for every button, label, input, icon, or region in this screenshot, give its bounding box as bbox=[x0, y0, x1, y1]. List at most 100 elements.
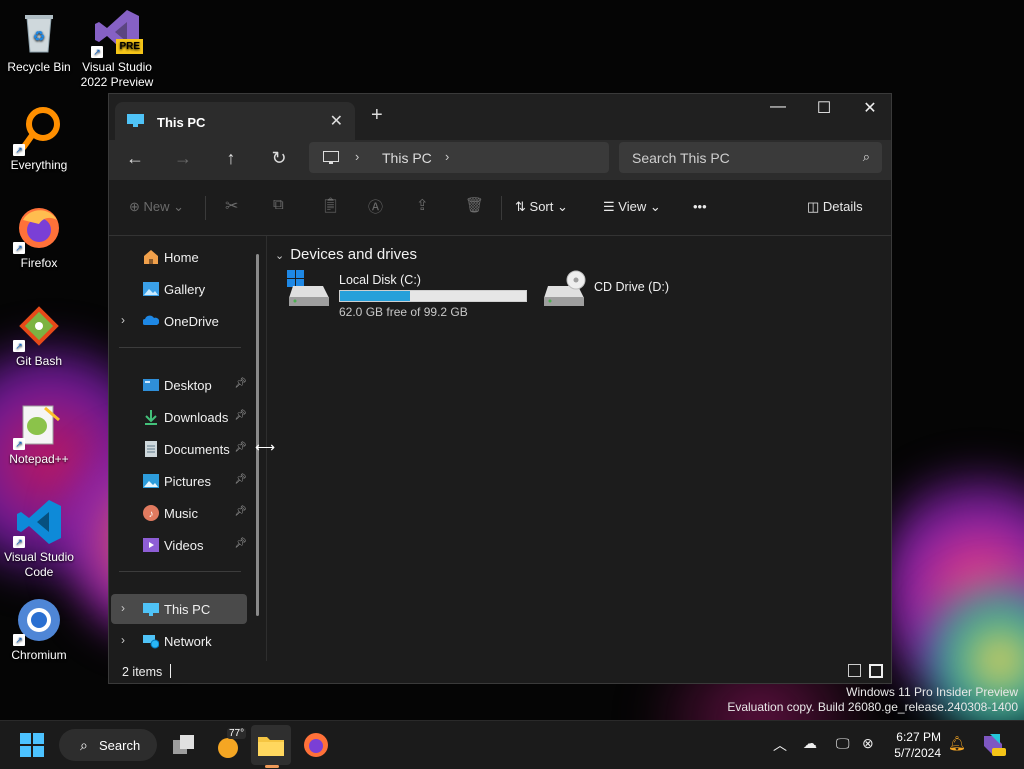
view-button[interactable]: ☰ View ⌄ bbox=[603, 199, 661, 215]
sort-icon: ⇅ bbox=[515, 199, 526, 214]
copy-icon[interactable]: ⧉ bbox=[273, 196, 284, 213]
breadcrumb-this-pc[interactable]: This PC bbox=[382, 150, 432, 166]
network-icon bbox=[143, 635, 159, 649]
details-view-icon[interactable] bbox=[848, 664, 861, 677]
watermark-line-2: Evaluation copy. Build 26080.ge_release.… bbox=[727, 700, 1018, 714]
up-button[interactable]: ↑ bbox=[216, 148, 246, 169]
notification-bell-icon[interactable]: 🔔︎ bbox=[948, 735, 966, 752]
refresh-button[interactable]: ↻ bbox=[264, 148, 294, 169]
large-icons-view-icon[interactable] bbox=[869, 664, 883, 678]
sidebar-item-home[interactable]: Home bbox=[111, 242, 247, 272]
pin-icon[interactable]: 📌︎ bbox=[234, 506, 247, 517]
pin-icon[interactable]: 📌︎ bbox=[234, 474, 247, 485]
desktop-icon-visual-studio[interactable]: PRE ↗ Visual Studio 2022 Preview bbox=[78, 8, 156, 90]
close-tab-icon[interactable]: ✕ bbox=[330, 111, 343, 131]
desktop-icon-chromium[interactable]: ↗ Chromium bbox=[0, 596, 78, 663]
delete-icon[interactable]: 🗑︎ bbox=[465, 196, 484, 214]
downloads-icon bbox=[145, 410, 157, 425]
expand-chevron-icon[interactable]: › bbox=[121, 313, 125, 327]
navigation-bar: ← → ↑ ↻ › This PC › Search This PC ⌕ bbox=[109, 140, 891, 180]
display-icon[interactable]: 🖵︎ bbox=[836, 735, 850, 752]
pin-icon[interactable]: 📌︎ bbox=[234, 538, 247, 549]
search-input[interactable]: Search This PC ⌕ bbox=[619, 142, 882, 173]
sidebar-item-label: Documents bbox=[164, 442, 230, 457]
new-label: New bbox=[143, 199, 170, 214]
desktop-icon-recycle-bin[interactable]: ♻ Recycle Bin bbox=[0, 8, 78, 75]
drive-name: CD Drive (D:) bbox=[594, 280, 669, 294]
clock[interactable]: 6:27 PM 5/7/2024 bbox=[891, 729, 941, 761]
local-disk-icon bbox=[287, 270, 329, 306]
expand-chevron-icon[interactable]: › bbox=[121, 601, 125, 615]
desktop-icon-git-bash[interactable]: ↗ Git Bash bbox=[0, 302, 78, 369]
address-bar[interactable]: › This PC › bbox=[309, 142, 609, 173]
home-icon bbox=[144, 250, 158, 264]
desktop-icon-firefox[interactable]: ↗ Firefox bbox=[0, 204, 78, 271]
pictures-icon bbox=[143, 474, 159, 488]
desktop-icon-everything[interactable]: ↗ Everything bbox=[0, 106, 78, 173]
drive-c[interactable]: Local Disk (C:) 62.0 GB free of 99.2 GB bbox=[287, 270, 537, 320]
watermark-line-1: Windows 11 Pro Insider Preview bbox=[846, 685, 1018, 699]
taskbar-search[interactable]: ⌕ Search bbox=[59, 729, 157, 761]
close-button[interactable]: ✕ bbox=[847, 98, 893, 118]
network-disconnected-icon[interactable]: ⊗ bbox=[862, 735, 874, 752]
copilot-icon[interactable] bbox=[980, 732, 1006, 760]
taskbar-firefox-icon[interactable] bbox=[303, 732, 329, 760]
taskbar: ⌕ Search 77° ︿ ☁︎ 🖵︎ ⊗ 6:27 PM 5/7/2024 … bbox=[0, 720, 1024, 769]
desktop-icon-label: Git Bash bbox=[15, 354, 63, 368]
new-tab-button[interactable]: + bbox=[371, 104, 383, 127]
pin-icon[interactable]: 📌︎ bbox=[234, 378, 247, 389]
group-header-devices[interactable]: ⌄ Devices and drives bbox=[275, 246, 417, 263]
paste-icon[interactable]: 📋︎ bbox=[321, 196, 340, 214]
sidebar-item-downloads[interactable]: Downloads 📌︎ bbox=[111, 402, 247, 432]
navigation-scrollbar[interactable] bbox=[256, 254, 259, 616]
videos-icon bbox=[143, 538, 159, 552]
task-view-icon[interactable] bbox=[172, 733, 196, 761]
new-button[interactable]: ⊕ New ⌄ bbox=[129, 199, 184, 215]
sidebar-item-desktop[interactable]: Desktop 📌︎ bbox=[111, 370, 247, 400]
show-hidden-icons-chevron[interactable]: ︿ bbox=[773, 735, 787, 755]
sidebar-item-pictures[interactable]: Pictures 📌︎ bbox=[111, 466, 247, 496]
drive-d[interactable]: CD Drive (D:) bbox=[542, 270, 692, 312]
sidebar-item-videos[interactable]: Videos 📌︎ bbox=[111, 530, 247, 560]
breadcrumb-chevron[interactable]: › bbox=[355, 149, 359, 164]
rename-icon[interactable]: Ⓐ bbox=[368, 196, 383, 217]
pin-icon[interactable]: 📌︎ bbox=[234, 410, 247, 421]
disk-usage-fill bbox=[340, 291, 410, 301]
shortcut-arrow-icon: ↗ bbox=[91, 46, 103, 58]
expand-chevron-icon[interactable]: › bbox=[121, 633, 125, 647]
desktop-icon-vscode[interactable]: ↗ Visual Studio Code bbox=[0, 498, 78, 580]
taskbar-file-explorer[interactable] bbox=[251, 725, 291, 765]
shortcut-arrow-icon: ↗ bbox=[13, 144, 25, 156]
tab-this-pc[interactable]: This PC ✕ bbox=[115, 102, 355, 140]
command-bar: ⊕ New ⌄ ✂ ⧉ 📋︎ Ⓐ ⇪ 🗑︎ ⇅ Sort ⌄ ☰ View ⌄ … bbox=[109, 180, 891, 236]
breadcrumb-chevron[interactable]: › bbox=[445, 149, 449, 164]
desktop-icon-label: Visual Studio 2022 Preview bbox=[80, 60, 154, 89]
minimize-button[interactable]: — bbox=[755, 98, 801, 116]
forward-button[interactable]: → bbox=[168, 148, 198, 169]
sidebar-item-gallery[interactable]: Gallery bbox=[111, 274, 247, 304]
details-button[interactable]: ◫ Details bbox=[807, 199, 863, 215]
start-icon[interactable] bbox=[20, 733, 44, 761]
sidebar-item-onedrive[interactable]: › OneDrive bbox=[111, 306, 247, 336]
back-button[interactable]: ← bbox=[120, 148, 150, 169]
chromium-icon: ↗ bbox=[13, 596, 63, 646]
shortcut-arrow-icon: ↗ bbox=[13, 438, 25, 450]
cut-icon[interactable]: ✂ bbox=[225, 196, 238, 216]
pin-icon[interactable]: 📌︎ bbox=[234, 442, 247, 453]
cd-drive-icon bbox=[544, 270, 586, 306]
shortcut-arrow-icon: ↗ bbox=[13, 242, 25, 254]
weather-widget[interactable]: 77° bbox=[215, 728, 247, 760]
desktop-icon-notepadpp[interactable]: ↗ Notepad++ bbox=[0, 400, 78, 467]
sidebar-item-music[interactable]: ♪ Music 📌︎ bbox=[111, 498, 247, 528]
sidebar-item-this-pc[interactable]: › This PC bbox=[111, 594, 247, 624]
sort-button[interactable]: ⇅ Sort ⌄ bbox=[515, 199, 568, 215]
evaluation-watermark: Windows 11 Pro Insider Preview Evaluatio… bbox=[727, 685, 1018, 715]
chevron-down-icon: ⌄ bbox=[649, 199, 661, 214]
share-icon[interactable]: ⇪ bbox=[416, 196, 429, 214]
maximize-button[interactable]: ☐ bbox=[801, 98, 847, 118]
more-options-button[interactable]: ••• bbox=[693, 199, 707, 214]
status-bar: 2 items bbox=[109, 661, 891, 683]
sidebar-item-documents[interactable]: Documents 📌︎ bbox=[111, 434, 247, 464]
cloud-offline-icon[interactable]: ☁︎ bbox=[803, 735, 817, 752]
sidebar-item-network[interactable]: › Network bbox=[111, 626, 247, 656]
